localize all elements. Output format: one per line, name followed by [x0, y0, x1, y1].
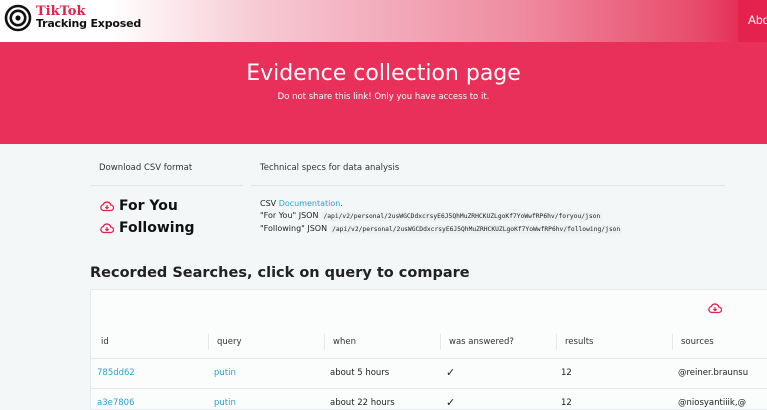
- column-divider: [556, 334, 557, 350]
- cloud-download-icon: [708, 303, 723, 314]
- column-header-answered[interactable]: was answered?: [449, 337, 514, 347]
- foryou-json-label: "For You" JSON: [260, 211, 319, 220]
- searches-table: id query when was answered? results sour…: [90, 289, 767, 410]
- cloud-download-icon: [100, 201, 114, 212]
- column-header-query[interactable]: query: [217, 337, 242, 347]
- about-button[interactable]: About: [738, 0, 767, 42]
- csv-suffix: .: [340, 199, 343, 208]
- page-title: Evidence collection page: [246, 61, 521, 86]
- divider: [251, 185, 725, 186]
- page-warning: Do not share this link! Only you have ac…: [277, 92, 490, 102]
- following-json-line: "Following" JSON/api/v2/personal/2usWGCD…: [260, 224, 623, 234]
- cloud-download-icon: [100, 223, 114, 234]
- logo[interactable]: TikTok Tracking Exposed: [4, 4, 141, 32]
- divider: [90, 185, 243, 186]
- download-following-link[interactable]: Following: [100, 220, 195, 236]
- row-id-link[interactable]: 785dd62: [97, 368, 135, 378]
- column-divider: [324, 334, 325, 350]
- documentation-link[interactable]: Documentation: [279, 199, 341, 208]
- logo-text: TikTok Tracking Exposed: [36, 5, 142, 30]
- column-header-sources[interactable]: sources: [681, 337, 714, 347]
- following-json-label: "Following" JSON: [260, 224, 328, 233]
- download-following-label: Following: [119, 220, 195, 236]
- row-answered-check: ✓: [446, 366, 456, 379]
- csv-doc-line: CSV Documentation.: [260, 199, 343, 208]
- column-divider: [440, 334, 441, 350]
- column-header-when[interactable]: when: [333, 337, 356, 347]
- column-header-results[interactable]: results: [565, 337, 593, 347]
- row-id-link[interactable]: a3e7806: [97, 398, 134, 408]
- row-results: 12: [561, 368, 572, 378]
- csv-prefix: CSV: [260, 199, 277, 208]
- row-when: about 5 hours: [330, 368, 390, 378]
- row-divider: [91, 388, 767, 389]
- following-json-path[interactable]: /api/v2/personal/2usWGCDdxcrsyE6J5QhMuZR…: [330, 225, 623, 234]
- column-divider: [208, 334, 209, 350]
- recorded-searches-title: Recorded Searches, click on query to com…: [90, 265, 470, 281]
- download-heading: Download CSV format: [99, 163, 193, 173]
- row-when: about 22 hours: [330, 398, 395, 408]
- row-sources: @reiner.braunsu: [678, 368, 749, 378]
- row-query-link[interactable]: putin: [214, 398, 236, 408]
- download-foryou-label: For You: [119, 198, 178, 214]
- tracking-target-icon: [4, 4, 32, 32]
- row-sources: @niosyantiiik,@: [678, 398, 747, 408]
- specs-heading: Technical specs for data analysis: [260, 163, 400, 173]
- foryou-json-line: "For You" JSON/api/v2/personal/2usWGCDdx…: [260, 211, 603, 221]
- column-header-id[interactable]: id: [101, 337, 109, 347]
- logo-brand-bottom: Tracking Exposed: [36, 17, 142, 30]
- row-divider: [91, 358, 767, 359]
- row-answered-check: ✓: [446, 396, 456, 409]
- download-foryou-link[interactable]: For You: [100, 198, 178, 214]
- column-divider: [672, 334, 673, 350]
- row-query-link[interactable]: putin: [214, 368, 236, 378]
- foryou-json-path[interactable]: /api/v2/personal/2usWGCDdxcrsyE6J5QhMuZR…: [321, 212, 603, 221]
- hero-banner: Evidence collection page Do not share th…: [0, 42, 767, 144]
- table-download-button[interactable]: [708, 301, 723, 319]
- top-navbar: TikTok Tracking Exposed About: [0, 0, 767, 42]
- row-results: 12: [561, 398, 572, 408]
